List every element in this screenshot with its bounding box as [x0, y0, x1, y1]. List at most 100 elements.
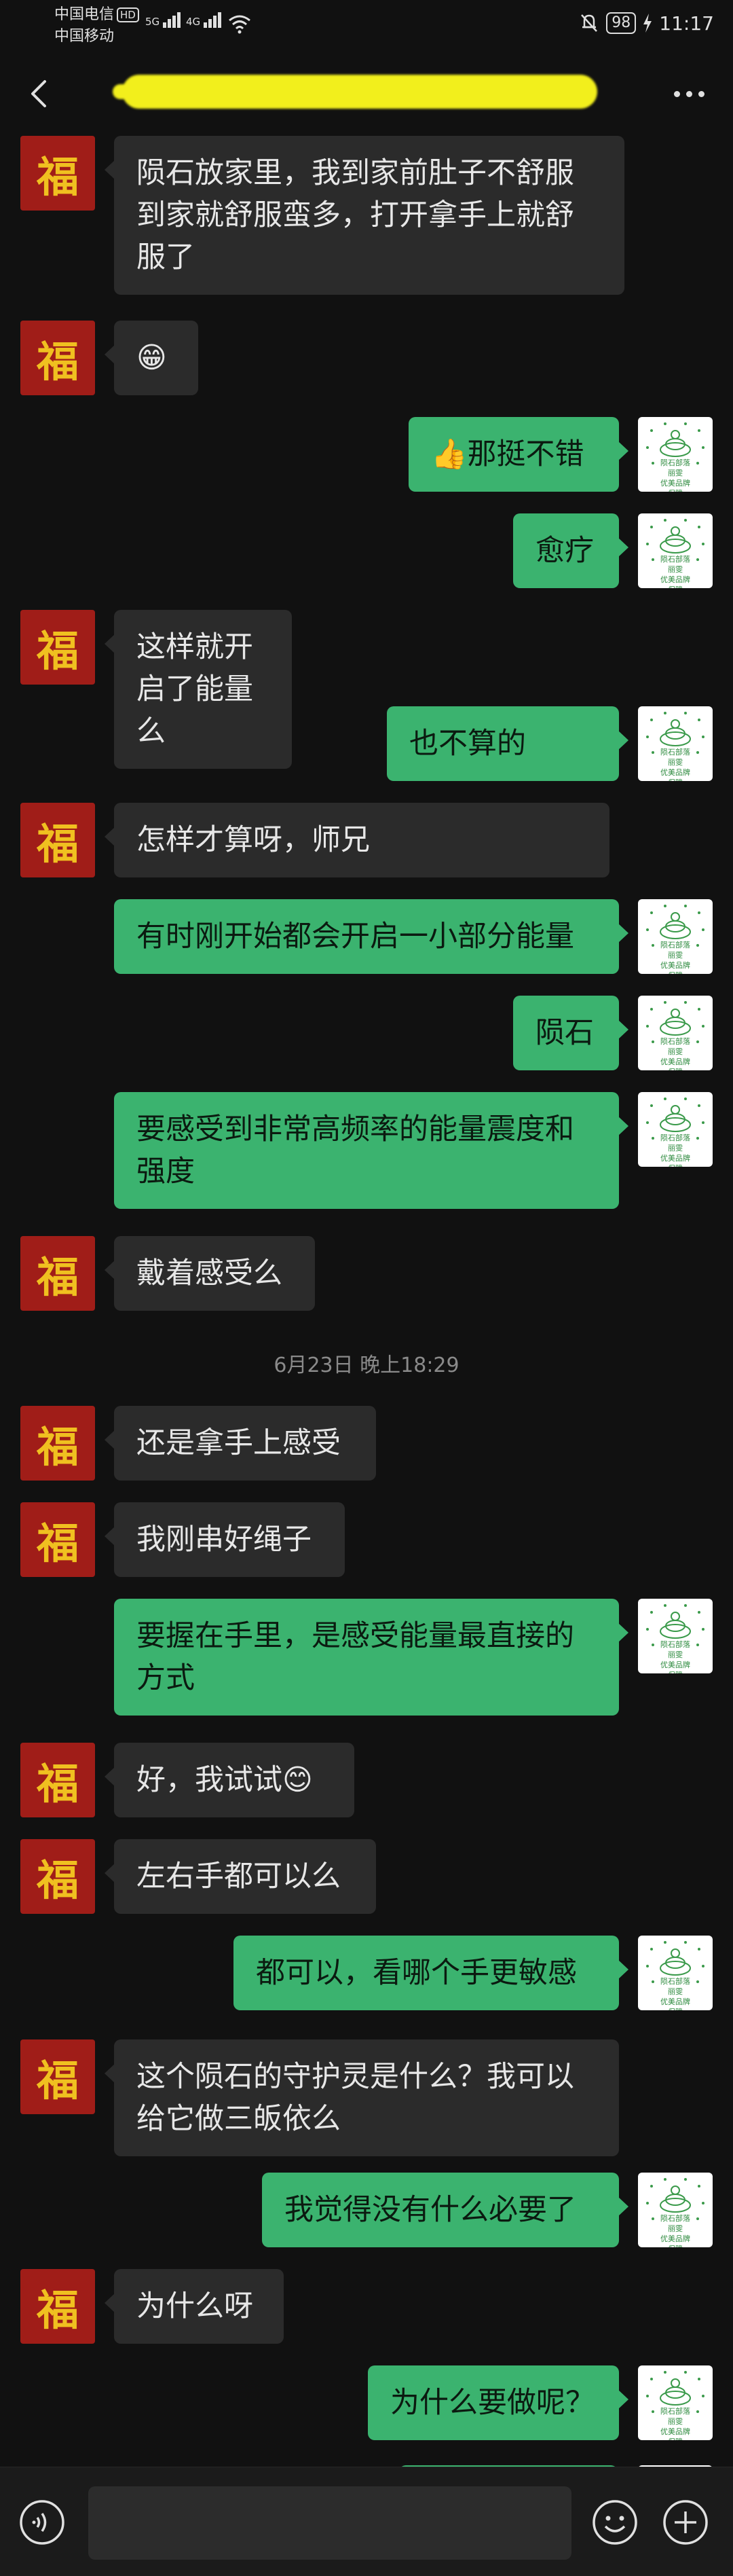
avatar-char: 福 — [36, 1855, 79, 1905]
message-bubble[interactable]: 这个陨石的守护灵是什么？我可以给它做三皈依么 — [105, 2039, 619, 2156]
avatar-caption-line: 陨石部落 — [660, 748, 690, 757]
contact-avatar[interactable]: 福 — [20, 321, 95, 395]
message-bubble[interactable]: 我刚串好绳子 — [105, 1502, 345, 1577]
message-bubble[interactable]: 左右手都可以么 — [105, 1839, 376, 1914]
avatar-caption-line: 优美品牌 — [660, 961, 690, 970]
message-bubble[interactable]: 要感受到非常高频率的能量震度和强度 — [114, 1092, 628, 1209]
my-avatar[interactable]: 陨石部落丽雯优美品牌保障 — [638, 513, 713, 588]
contact-avatar[interactable]: 福 — [20, 803, 95, 877]
timestamp: 6月23日 晚上18:29 — [274, 1354, 459, 1377]
avatar-caption-line: 丽雯 — [668, 951, 683, 960]
message-bubble[interactable]: 为什么呀 — [105, 2269, 284, 2344]
avatar-caption-line: 丽雯 — [668, 1144, 683, 1153]
avatar-caption-line: 保障 — [638, 778, 713, 781]
avatar-caption-line: 陨石部落 — [660, 1640, 690, 1649]
message-bubble[interactable]: 怎样才算呀，师兄 — [105, 803, 609, 877]
contact-avatar[interactable]: 福 — [20, 1502, 95, 1577]
redacted-contact-name — [113, 75, 597, 109]
message-bubble[interactable]: 都可以，看哪个手更敏感 — [233, 1936, 628, 2010]
contact-avatar[interactable]: 福 — [20, 1839, 95, 1914]
emoji-button[interactable] — [590, 2498, 639, 2547]
contact-avatar[interactable]: 福 — [20, 1743, 95, 1817]
avatar-caption-line: 丽雯 — [668, 469, 683, 477]
avatar-caption-line: 陨石部落 — [660, 2214, 690, 2223]
net-type-1: 5G — [145, 16, 160, 28]
avatar-caption-line: 丽雯 — [668, 758, 683, 767]
avatar-char: 福 — [36, 1422, 79, 1472]
message-bubble[interactable]: 有时刚开始都会开启一小部分能量 — [114, 899, 628, 974]
message-bubble[interactable]: 我觉得没有什么必要了 — [262, 2173, 628, 2247]
message-bubble[interactable]: 要握在手里，是感受能量最直接的方式 — [114, 1599, 628, 1716]
message-bubble[interactable]: 还是拿手上感受 — [105, 1406, 376, 1481]
avatar-caption: 陨石部落丽雯优美品牌保障 — [638, 1976, 713, 2010]
avatar-caption-line: 优美品牌 — [660, 2427, 690, 2436]
contact-avatar[interactable]: 福 — [20, 136, 95, 211]
avatar-caption-line: 优美品牌 — [660, 479, 690, 488]
avatar-caption-line: 保障 — [638, 1067, 713, 1070]
my-avatar[interactable]: 陨石部落丽雯优美品牌保障 — [638, 899, 713, 974]
input-bar — [0, 2467, 733, 2576]
my-avatar[interactable]: 陨石部落丽雯优美品牌保障 — [638, 2365, 713, 2440]
message-bubble[interactable]: 戴着感受么 — [105, 1236, 315, 1311]
back-button[interactable] — [20, 72, 61, 115]
my-avatar[interactable]: 陨石部落丽雯优美品牌保障 — [638, 1936, 713, 2010]
avatar-caption-line: 保障 — [638, 2437, 713, 2440]
avatar-caption: 陨石部落丽雯优美品牌保障 — [638, 554, 713, 588]
avatar-caption: 陨石部落丽雯优美品牌保障 — [638, 2213, 713, 2247]
message-bubble[interactable]: 😁 — [105, 321, 198, 395]
avatar-caption-line: 保障 — [638, 1163, 713, 1167]
message-bubble[interactable]: 陨石 — [513, 996, 628, 1070]
message-bubble[interactable]: 陨石放家里，我到家前肚子不舒服到家就舒服蛮多，打开拿手上就舒服了 — [105, 136, 624, 295]
message-bubble[interactable]: 👍那挺不错 — [409, 417, 628, 492]
avatar-caption-line: 丽雯 — [668, 2417, 683, 2426]
message-input[interactable] — [88, 2486, 571, 2560]
message-bubble[interactable]: 这样就开启了能量么 — [105, 610, 292, 769]
avatar-caption-line: 陨石部落 — [660, 2407, 690, 2416]
avatar-caption-line: 丽雯 — [668, 1047, 683, 1056]
my-avatar[interactable]: 陨石部落丽雯优美品牌保障 — [638, 996, 713, 1070]
avatar-caption-line: 保障 — [638, 488, 713, 492]
my-avatar[interactable]: 陨石部落丽雯优美品牌保障 — [638, 1599, 713, 1673]
status-right: 98 11:17 — [579, 10, 714, 37]
clock: 11:17 — [659, 12, 714, 35]
my-avatar[interactable]: 陨石部落丽雯优美品牌保障 — [638, 2173, 713, 2247]
avatar-caption: 陨石部落丽雯优美品牌保障 — [638, 1133, 713, 1167]
avatar-char: 福 — [36, 152, 79, 202]
avatar-caption-line: 丽雯 — [668, 2224, 683, 2233]
message-bubble[interactable]: 愈疗 — [513, 513, 628, 588]
avatar-char: 福 — [36, 1252, 79, 1302]
message-bubble[interactable]: 也不算的 — [387, 706, 628, 781]
avatar-caption-line: 陨石部落 — [660, 1977, 690, 1986]
voice-input-button[interactable] — [18, 2498, 67, 2547]
signal-5g-icon: 5G — [145, 12, 182, 28]
avatar-char: 福 — [36, 337, 79, 386]
avatar-caption: 陨石部落丽雯优美品牌保障 — [638, 940, 713, 974]
avatar-char: 福 — [36, 1519, 79, 1568]
contact-avatar[interactable]: 福 — [20, 610, 95, 685]
more-options-button[interactable] — [665, 75, 713, 113]
avatar-caption-line: 优美品牌 — [660, 2234, 690, 2243]
contact-avatar[interactable]: 福 — [20, 1406, 95, 1481]
avatar-caption-line: 保障 — [638, 2007, 713, 2010]
message-bubble[interactable]: 为什么要做呢？ — [368, 2365, 628, 2440]
avatar-caption-line: 丽雯 — [668, 565, 683, 574]
avatar-caption-line: 陨石部落 — [660, 1037, 690, 1046]
carrier-1: 中国电信 — [54, 6, 115, 23]
add-more-button[interactable] — [661, 2498, 710, 2547]
carrier-info: 中国电信 HD 中国移动 — [54, 4, 139, 48]
avatar-caption: 陨石部落丽雯优美品牌保障 — [638, 1639, 713, 1673]
contact-avatar[interactable]: 福 — [20, 2269, 95, 2344]
message-bubble[interactable]: 好，我试试😊 — [105, 1743, 354, 1817]
my-avatar[interactable]: 陨石部落丽雯优美品牌保障 — [638, 706, 713, 781]
avatar-char: 福 — [36, 2285, 79, 2335]
avatar-caption-line: 优美品牌 — [660, 1057, 690, 1066]
avatar-char: 福 — [36, 819, 79, 869]
avatar-caption-line: 优美品牌 — [660, 575, 690, 584]
contact-avatar[interactable]: 福 — [20, 1236, 95, 1311]
contact-avatar[interactable]: 福 — [20, 2039, 95, 2114]
avatar-caption-line: 保障 — [638, 2244, 713, 2247]
my-avatar[interactable]: 陨石部落丽雯优美品牌保障 — [638, 1092, 713, 1167]
my-avatar[interactable]: 陨石部落丽雯优美品牌保障 — [638, 417, 713, 492]
avatar-caption-line: 优美品牌 — [660, 768, 690, 777]
avatar-caption-line: 陨石部落 — [660, 941, 690, 949]
